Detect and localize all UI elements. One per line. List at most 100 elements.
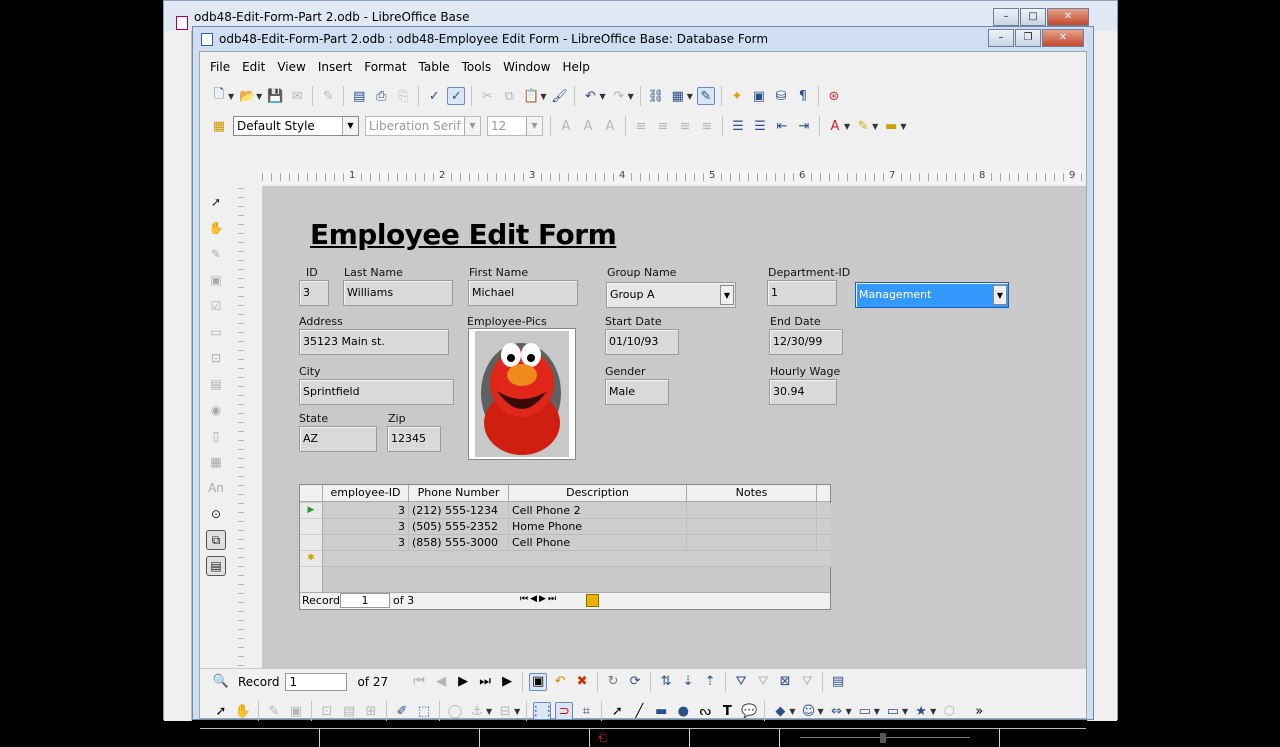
- record-input[interactable]: 1: [285, 672, 348, 691]
- rectangle-icon[interactable]: ▬: [652, 702, 670, 720]
- control-properties-icon[interactable]: ▣: [206, 270, 226, 290]
- formatting-marks-icon[interactable]: ¶: [794, 87, 812, 105]
- phone-grid[interactable]: employee-ID Phone Number Description Not…: [299, 484, 831, 610]
- numbering-icon[interactable]: ☰: [729, 117, 747, 135]
- navigator-icon[interactable]: ✦: [728, 87, 746, 105]
- hyperlink-icon[interactable]: ⛓: [647, 87, 665, 105]
- label-text-icon[interactable]: An: [206, 478, 226, 498]
- hourly-wage-field[interactable]: 30.94: [769, 379, 837, 405]
- cell-employee-id[interactable]: 3: [323, 535, 409, 551]
- grid-nav-arrows-icon[interactable]: ⏮◀▶⏭: [520, 594, 558, 604]
- data-source-as-table-icon[interactable]: ▤: [829, 673, 847, 691]
- italic-icon[interactable]: A: [579, 117, 597, 135]
- stars-icon[interactable]: ★: [912, 702, 930, 720]
- align-icon[interactable]: ⊟: [496, 702, 514, 720]
- properties-tool-icon[interactable]: ▣: [287, 702, 305, 720]
- new-row-icon[interactable]: ✱: [300, 551, 323, 567]
- hand-tool-icon[interactable]: ✋: [234, 702, 252, 720]
- refresh-control-icon[interactable]: ⟳: [626, 673, 644, 691]
- table-icon[interactable]: ▦: [669, 87, 687, 105]
- export-pdf-icon[interactable]: ▤: [350, 87, 368, 105]
- label-field-icon[interactable]: ▯: [206, 426, 226, 446]
- block-arrows-icon[interactable]: ⇔: [828, 702, 846, 720]
- edit-file-icon[interactable]: ✎: [319, 87, 337, 105]
- cell-employee-id[interactable]: 3: [323, 503, 409, 519]
- previous-record-icon[interactable]: ◀: [432, 673, 450, 691]
- redo-icon[interactable]: ↷: [610, 87, 628, 105]
- chevron-down-icon[interactable]: ▼: [464, 117, 480, 135]
- font-name-combo[interactable]: Liberation Serif ▼: [365, 116, 481, 136]
- hand-icon[interactable]: ✋: [206, 218, 226, 238]
- text-icon[interactable]: T: [718, 702, 736, 720]
- department-combo[interactable]: Management ▼: [855, 282, 1009, 308]
- checkbox-icon[interactable]: ☑: [206, 296, 226, 316]
- align-right-icon[interactable]: ≡: [676, 117, 694, 135]
- cell-notes[interactable]: [687, 535, 817, 551]
- autospellcheck-icon[interactable]: ✓: [447, 87, 466, 105]
- end-date-field[interactable]: 12/30/99: [769, 329, 843, 355]
- undo-icon[interactable]: ↶: [581, 87, 599, 105]
- form-canvas[interactable]: Employee Edit Form ID 3 Last Name Willia…: [262, 186, 1086, 668]
- add-field-icon[interactable]: ⊞: [362, 702, 380, 720]
- option-button-icon[interactable]: ◉: [206, 400, 226, 420]
- cell-phone-number[interactable]: (505) 555-2352: [409, 519, 509, 535]
- minimize-button[interactable]: –: [988, 29, 1014, 47]
- city-field[interactable]: Sprintfield: [299, 379, 454, 405]
- paragraph-style-combo[interactable]: Default Style ▼: [233, 116, 359, 136]
- flowchart-icon[interactable]: ▭: [856, 702, 874, 720]
- decrease-indent-icon[interactable]: ⇤: [773, 117, 791, 135]
- anchor-icon[interactable]: ⚓: [468, 702, 486, 720]
- new-document-icon[interactable]: 🗋: [210, 87, 228, 105]
- textbox-icon[interactable]: ▭: [206, 322, 226, 342]
- status-zoom[interactable]: 100%: [1000, 729, 1047, 747]
- cell-phone-number[interactable]: (212) 555-1234: [409, 503, 509, 519]
- points-icon[interactable]: ⬡: [940, 702, 958, 720]
- cut-icon[interactable]: ✂: [478, 87, 496, 105]
- zoom-slider[interactable]: [780, 728, 1000, 747]
- line-icon[interactable]: ╱: [630, 702, 648, 720]
- tab-order-icon[interactable]: ▤: [340, 702, 358, 720]
- row-header[interactable]: [300, 519, 323, 535]
- menu-help[interactable]: Help: [556, 56, 595, 78]
- form-navigator-icon[interactable]: ▤: [206, 556, 226, 576]
- open-design-icon[interactable]: ✐: [393, 702, 411, 720]
- align-center-icon[interactable]: ≡: [654, 117, 672, 135]
- highlight-icon[interactable]: ✎: [854, 117, 872, 135]
- cell-phone-number[interactable]: (858) 555-3000: [409, 535, 509, 551]
- menu-edit[interactable]: Edit: [236, 56, 271, 78]
- group-box-icon[interactable]: ▦: [206, 452, 226, 472]
- table-row[interactable]: 3 (212) 555-1234 Cell Phone 2: [323, 503, 831, 519]
- chevron-down-icon[interactable]: ▼: [526, 117, 542, 135]
- last-record-icon[interactable]: ⏭: [476, 673, 494, 691]
- col-description[interactable]: Description: [509, 485, 687, 502]
- menu-tools[interactable]: Tools: [456, 56, 498, 78]
- employee-photo[interactable]: [468, 328, 576, 460]
- guides-icon[interactable]: ⌗: [577, 702, 595, 720]
- status-page-style[interactable]: Default Style: [320, 728, 480, 747]
- email-icon[interactable]: ✉: [288, 87, 306, 105]
- new-row[interactable]: [323, 551, 831, 567]
- status-language[interactable]: English (USA): [480, 728, 590, 747]
- new-record-icon[interactable]: ▶: [498, 673, 516, 691]
- styles-icon[interactable]: ▦: [210, 117, 228, 135]
- col-employee-id[interactable]: employee-ID: [323, 485, 409, 502]
- menu-window[interactable]: Window: [497, 56, 556, 78]
- button-control-icon[interactable]: ⊡: [206, 348, 226, 368]
- callout-shapes-icon[interactable]: ▭: [884, 702, 902, 720]
- cell-notes[interactable]: [687, 519, 817, 535]
- gender-field[interactable]: Male: [605, 379, 669, 405]
- state-field[interactable]: AZ: [299, 426, 377, 452]
- align-left-icon[interactable]: ≡: [632, 117, 650, 135]
- paste-icon[interactable]: 📋: [522, 87, 540, 105]
- chevron-down-icon[interactable]: ▼: [720, 285, 734, 305]
- sort-descending-icon[interactable]: ⇡: [701, 673, 719, 691]
- background-color-icon[interactable]: ▬: [882, 117, 900, 135]
- pointer-icon[interactable]: ➚: [212, 702, 230, 720]
- grid-record-input[interactable]: 1: [340, 593, 390, 608]
- cell-notes[interactable]: [687, 503, 817, 519]
- search-icon[interactable]: 🔍: [212, 673, 230, 691]
- print-preview-icon[interactable]: ⎘: [394, 87, 412, 105]
- form-properties-icon[interactable]: ⊡: [318, 702, 336, 720]
- undo-record-icon[interactable]: ↶: [551, 673, 569, 691]
- select-tool-icon[interactable]: ➚: [608, 702, 626, 720]
